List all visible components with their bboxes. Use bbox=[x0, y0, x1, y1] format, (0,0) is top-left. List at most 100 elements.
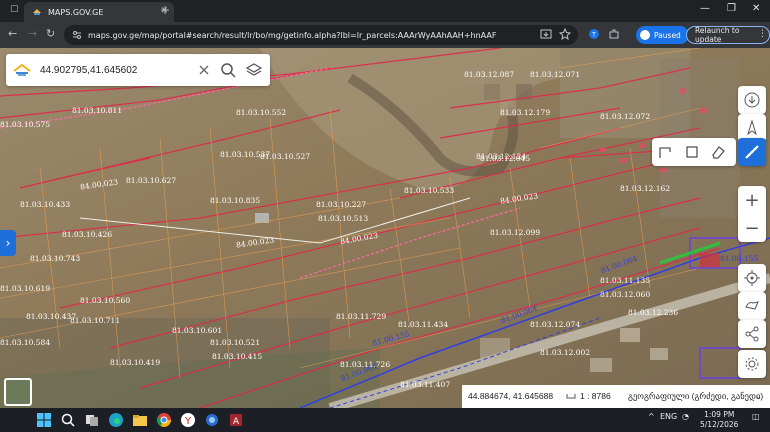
address-bar[interactable]: maps.gov.ge/map/portal#search/result/lr/… bbox=[64, 25, 578, 45]
parcel-label: 81.03.10.426 bbox=[62, 230, 113, 239]
parcel-label: 81.03.12.124 bbox=[476, 152, 527, 161]
projection-selector[interactable]: გეოგრაფიული (გრძედი, განედი) bbox=[628, 391, 763, 402]
parcel-label: 81.03.10.415 bbox=[212, 352, 263, 361]
clear-icon[interactable] bbox=[196, 62, 212, 78]
edge-icon[interactable] bbox=[108, 412, 124, 428]
site-favicon-icon bbox=[33, 9, 41, 15]
map-status-bar: 44.884674, 41.645688 1 : 8786 გეოგრაფიულ… bbox=[462, 385, 770, 408]
browser-toolbar: ← → ↻ maps.gov.ge/map/portal#search/resu… bbox=[0, 22, 770, 48]
new-tab-icon[interactable]: + bbox=[160, 3, 170, 17]
parcel-label: 81.03.10.437 bbox=[26, 312, 77, 321]
access-icon[interactable]: A bbox=[228, 412, 244, 428]
browser-tab-bar: ▢ MAPS.GOV.GE ✕ + — ❐ ✕ bbox=[0, 0, 770, 22]
chrome-icon[interactable] bbox=[156, 412, 172, 428]
tray-overflow-icon[interactable]: ^ bbox=[648, 412, 655, 421]
scale-icon bbox=[566, 394, 576, 399]
download-icon bbox=[744, 92, 760, 108]
parcel-label: 81.03.10.419 bbox=[110, 358, 161, 367]
layers-icon[interactable] bbox=[246, 62, 262, 78]
minimize-icon[interactable]: — bbox=[700, 3, 710, 14]
parcel-label: 81.03.11.135 bbox=[600, 276, 651, 285]
draw-line-icon[interactable] bbox=[658, 144, 674, 160]
clock-time: 1:09 PM bbox=[704, 410, 735, 419]
install-app-icon[interactable] bbox=[540, 28, 552, 40]
search-taskbar-icon[interactable] bbox=[60, 412, 76, 428]
close-window-icon[interactable]: ✕ bbox=[752, 3, 760, 14]
crosshair-icon bbox=[744, 270, 760, 286]
forward-icon[interactable]: → bbox=[28, 27, 37, 40]
language-indicator[interactable]: ENG bbox=[660, 412, 677, 421]
relaunch-label: Relaunch to update bbox=[695, 26, 740, 44]
extension-icon[interactable]: T bbox=[588, 28, 600, 40]
parcel-label: 81.03.12.236 bbox=[628, 308, 679, 317]
parcel-label: 81.03.10.433 bbox=[20, 200, 71, 209]
profile-paused-button[interactable]: Paused bbox=[636, 26, 689, 44]
parcel-label: 81.03.12.087 bbox=[464, 70, 515, 79]
compass-icon bbox=[747, 119, 757, 136]
cursor-coordinates: 44.884674, 41.645688 bbox=[468, 391, 554, 401]
url-text: maps.gov.ge/map/portal#search/result/lr/… bbox=[88, 30, 497, 40]
windows-taskbar: Y A ^ ENG ◔ 1:09 PM 5/12/2026 ◫ bbox=[0, 408, 770, 432]
parcel-label: 81.03.10.533 bbox=[404, 186, 455, 195]
eraser-icon[interactable] bbox=[710, 144, 726, 160]
parcel-label: 81.03.12.099 bbox=[490, 228, 541, 237]
task-view-icon[interactable] bbox=[84, 412, 100, 428]
back-icon[interactable]: ← bbox=[8, 27, 17, 40]
settings-button[interactable] bbox=[738, 350, 766, 378]
measure-tools-button[interactable] bbox=[738, 138, 766, 166]
tab-title: MAPS.GOV.GE bbox=[48, 7, 104, 17]
yandex-icon[interactable]: Y bbox=[180, 412, 196, 428]
notifications-icon[interactable]: ◫ bbox=[752, 412, 760, 421]
browser-tab[interactable]: MAPS.GOV.GE ✕ bbox=[24, 2, 174, 22]
parcel-label: 81.03.10.627 bbox=[126, 176, 177, 185]
map-satellite-layer bbox=[0, 48, 770, 408]
gear-icon bbox=[745, 357, 759, 371]
chevron-down-icon[interactable]: ⌄ bbox=[755, 391, 762, 402]
basemap-switcher-thumbnail[interactable] bbox=[4, 378, 32, 406]
taskbar-clock[interactable]: 1:09 PM 5/12/2026 bbox=[700, 410, 738, 430]
parcel-label: 81.03.12.060 bbox=[600, 290, 651, 299]
share-button[interactable] bbox=[738, 320, 766, 348]
parcel-label: 81.03.10.601 bbox=[172, 326, 223, 335]
browser-menu-icon[interactable]: ⋮ bbox=[758, 29, 767, 39]
parcel-label: 81.03.12.162 bbox=[620, 184, 671, 193]
map-scale[interactable]: 1 : 8786 bbox=[580, 391, 611, 401]
chevron-right-icon: › bbox=[5, 236, 11, 250]
map-viewport[interactable]: 84.00.023 84.00.023 84.00.023 84.00.023 … bbox=[0, 48, 770, 408]
draw-polygon-icon[interactable] bbox=[684, 144, 700, 160]
app-icon[interactable] bbox=[204, 412, 220, 428]
download-button[interactable] bbox=[738, 86, 766, 114]
wifi-icon[interactable]: ◔ bbox=[682, 412, 689, 421]
tab-list-icon[interactable]: ▢ bbox=[10, 4, 19, 14]
parcel-label: 81.03.10.560 bbox=[80, 296, 131, 305]
napr-logo-icon bbox=[13, 63, 31, 76]
maximize-icon[interactable]: ❐ bbox=[727, 3, 736, 14]
parcel-label: 81.03.10.584 bbox=[0, 338, 51, 347]
minus-icon: − bbox=[744, 217, 760, 239]
zoom-controls: + − bbox=[738, 186, 766, 242]
zoom-in-button[interactable]: + bbox=[738, 186, 766, 214]
parcel-label: 81.03.10.835 bbox=[210, 196, 261, 205]
parcel-label: 81.03.11.434 bbox=[398, 320, 449, 329]
side-panel-toggle-button[interactable]: › bbox=[0, 230, 16, 256]
file-explorer-icon[interactable] bbox=[132, 412, 148, 428]
parcel-label: 81.03.10.521 bbox=[210, 338, 261, 347]
drag-pan-button[interactable] bbox=[738, 292, 766, 320]
parcel-label: 81.03.11.407 bbox=[400, 380, 451, 389]
extensions-puzzle-icon[interactable] bbox=[608, 28, 620, 40]
clock-date: 5/12/2026 bbox=[700, 420, 739, 429]
windows-start-icon[interactable] bbox=[36, 412, 52, 428]
bookmark-star-icon[interactable] bbox=[559, 28, 571, 40]
share-icon bbox=[745, 326, 759, 342]
parcel-label: 81.03.11.726 bbox=[340, 360, 391, 369]
plus-icon: + bbox=[744, 189, 760, 211]
parcel-label: 81.03.10.527 bbox=[260, 152, 311, 161]
search-icon[interactable] bbox=[220, 62, 236, 78]
site-info-icon[interactable] bbox=[72, 30, 82, 40]
parcel-label: 81.03.12.179 bbox=[500, 108, 551, 117]
reload-icon[interactable]: ↻ bbox=[46, 27, 55, 40]
locate-button[interactable] bbox=[738, 264, 766, 292]
parcel-label: 81.03.10.513 bbox=[318, 214, 369, 223]
search-input[interactable] bbox=[40, 60, 190, 80]
zoom-out-button[interactable]: − bbox=[738, 214, 766, 242]
